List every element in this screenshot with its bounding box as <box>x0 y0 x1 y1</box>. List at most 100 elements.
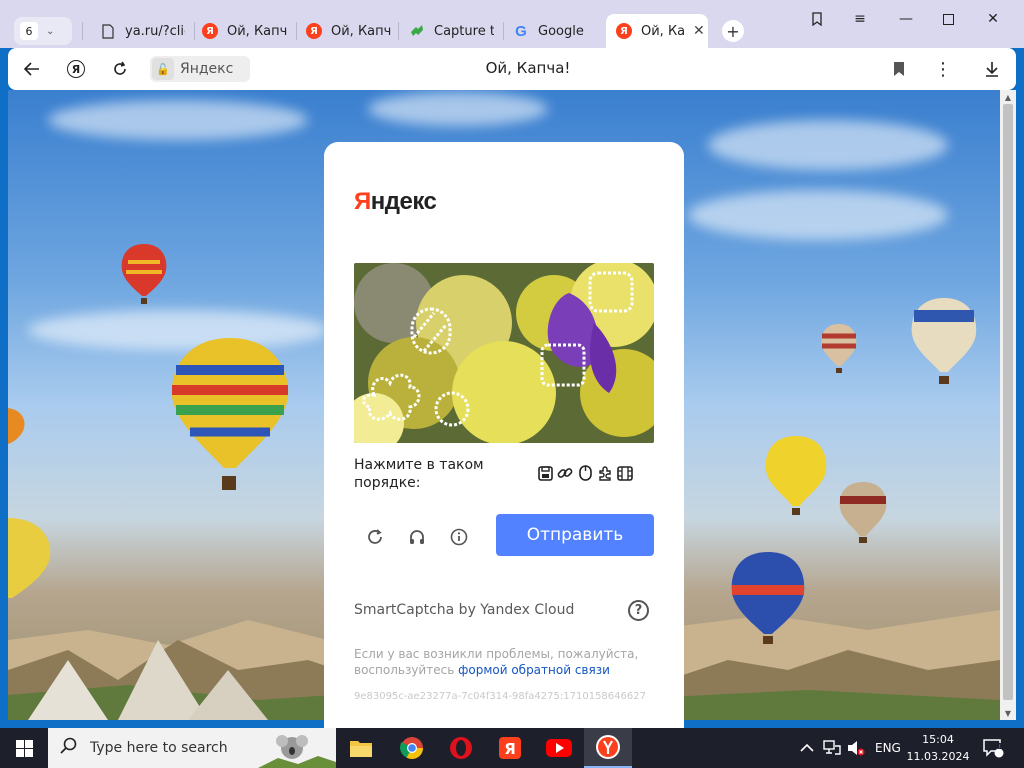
site-name: Яндекс <box>180 61 234 77</box>
tab-label: Ой, Капча <box>331 23 391 39</box>
volume-muted-icon[interactable] <box>847 728 865 768</box>
search-icon <box>60 737 78 760</box>
yandex-button[interactable]: Я <box>63 56 89 82</box>
tab-ya-ru[interactable]: ya.ru/?clic <box>90 14 194 48</box>
submit-button[interactable]: Отправить <box>496 514 654 556</box>
yandex-icon: Я <box>306 23 322 39</box>
taskbar-search[interactable]: Type here to search <box>48 728 336 768</box>
yandex-logo: Яндекс <box>354 188 437 215</box>
tab-captcha-1[interactable]: Я Ой, Капча <box>192 14 296 48</box>
tab-capture[interactable]: Capture th <box>399 14 503 48</box>
tab-counter-button[interactable]: 6 ⌄ <box>14 17 72 45</box>
bookmarks-panel-icon[interactable] <box>806 10 828 28</box>
hot-air-balloon <box>8 408 25 444</box>
hot-air-balloon <box>8 518 51 598</box>
taskbar-yandex-browser[interactable] <box>584 728 632 768</box>
background-cloud <box>368 92 548 126</box>
notification-count: 1 <box>997 742 1003 751</box>
page-icon <box>100 23 116 39</box>
taskbar-yandex[interactable]: Я <box>486 728 534 768</box>
close-window-icon[interactable]: ✕ <box>982 10 1004 28</box>
captcha-icon-sequence <box>536 464 634 482</box>
captcha-instruction: Нажмите в таком порядке: <box>354 457 484 491</box>
close-icon[interactable]: ✕ <box>693 23 705 39</box>
background-cloud <box>688 190 948 240</box>
address-bar-title[interactable]: Ой, Капча! <box>408 59 648 77</box>
tab-separator <box>82 22 83 40</box>
background-cloud <box>708 120 948 170</box>
opera-icon <box>450 737 472 759</box>
captcha-image[interactable] <box>354 263 654 443</box>
windows-icon <box>15 739 33 757</box>
chrome-icon <box>400 737 423 759</box>
yandex-browser-icon <box>596 735 620 759</box>
search-highlight-image <box>258 735 336 768</box>
save-icon <box>536 464 554 482</box>
svg-text:Я: Я <box>504 740 516 758</box>
tab-captcha-active[interactable]: Я Ой, Кап ✕ <box>606 14 708 48</box>
tab-count: 6 <box>20 22 38 40</box>
folder-icon <box>350 741 372 757</box>
maximize-icon[interactable] <box>937 10 959 28</box>
captcha-session-id: 9e83095c-ae23277a-7c04f314-98fa4275:1710… <box>354 691 646 702</box>
hot-air-balloon <box>731 552 805 644</box>
notifications-icon[interactable]: 1 <box>982 728 1004 768</box>
lock-icon: 🔓 <box>152 58 174 80</box>
show-hidden-icons[interactable] <box>800 728 814 768</box>
capture-icon <box>409 23 425 39</box>
scrollbar-thumb[interactable] <box>1003 104 1013 700</box>
taskbar-youtube[interactable] <box>535 728 583 768</box>
link-icon <box>556 464 574 482</box>
refresh-captcha-icon[interactable] <box>362 524 388 550</box>
taskbar-chrome[interactable] <box>388 728 436 768</box>
captcha-card: Яндекс Нажмите в таком порядке: Отправит… <box>324 142 684 742</box>
tab-captcha-2[interactable]: Я Ой, Капча <box>296 14 400 48</box>
download-icon[interactable] <box>979 56 1005 82</box>
info-icon[interactable] <box>446 524 472 550</box>
yandex-app-icon: Я <box>499 737 521 759</box>
chevron-down-icon: ⌄ <box>46 25 55 37</box>
minimize-icon[interactable]: — <box>895 10 917 28</box>
browser-toolbar: Я 🔓 Яндекс Ой, Капча! ⋮ <box>8 48 1016 90</box>
chevron-up-icon <box>800 743 814 752</box>
tab-label: Google <box>538 23 584 39</box>
yandex-icon: Я <box>616 23 632 39</box>
tab-label: Ой, Капча <box>227 23 287 39</box>
tab-label: Capture th <box>434 23 494 39</box>
page-scrollbar[interactable]: ▲ ▼ <box>1000 90 1016 720</box>
background-cloud <box>48 100 308 140</box>
hot-air-balloon <box>765 436 827 515</box>
help-icon[interactable]: ? <box>628 600 649 621</box>
taskbar-file-explorer[interactable] <box>337 728 385 768</box>
yandex-icon: Я <box>202 23 218 39</box>
menu-icon[interactable]: ≡ <box>849 10 871 28</box>
hot-air-balloon <box>911 298 977 384</box>
tab-google[interactable]: G Google <box>503 14 605 48</box>
hot-air-balloon <box>171 338 289 490</box>
network-icon[interactable] <box>823 728 841 768</box>
language-indicator[interactable]: ENG <box>875 728 901 768</box>
back-icon[interactable] <box>19 56 45 82</box>
captcha-provider-label: SmartCaptcha by Yandex Cloud <box>354 602 575 618</box>
hot-air-balloon <box>121 244 167 304</box>
feedback-link[interactable]: формой обратной связи <box>458 663 610 677</box>
windows-taskbar: Type here to search Я ENG 15:04 11.03.20… <box>0 728 1024 768</box>
hot-air-balloon <box>821 324 857 373</box>
audio-captcha-icon[interactable] <box>404 524 430 550</box>
taskbar-opera[interactable] <box>437 728 485 768</box>
taskbar-clock[interactable]: 15:04 11.03.2024 <box>902 731 974 765</box>
clock-date: 11.03.2024 <box>906 750 970 763</box>
film-icon <box>616 464 634 482</box>
start-button[interactable] <box>0 728 48 768</box>
more-options-icon[interactable]: ⋮ <box>930 56 956 82</box>
bookmark-icon[interactable] <box>886 56 912 82</box>
new-tab-button[interactable]: + <box>722 20 744 42</box>
reload-icon[interactable] <box>107 56 133 82</box>
scroll-down-icon[interactable]: ▼ <box>1000 706 1016 720</box>
puzzle-icon <box>596 464 614 482</box>
tab-label: ya.ru/?clic <box>125 23 185 39</box>
youtube-icon <box>546 739 572 757</box>
site-info-chip[interactable]: 🔓 Яндекс <box>150 56 250 82</box>
scroll-up-icon[interactable]: ▲ <box>1000 90 1016 104</box>
hot-air-balloon <box>839 482 887 543</box>
